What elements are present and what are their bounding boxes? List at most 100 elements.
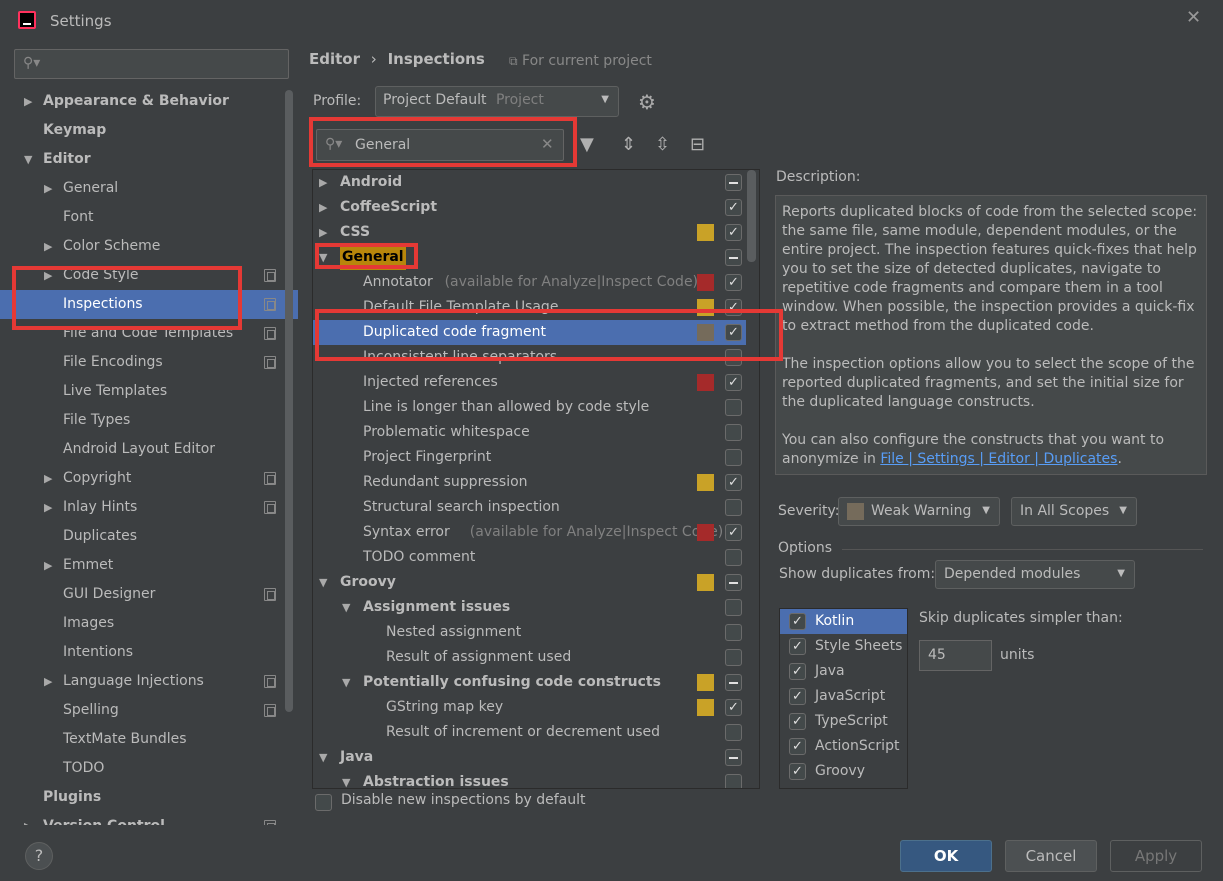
skip-duplicates-input[interactable]: 45 [919, 640, 992, 671]
language-checkbox[interactable] [789, 713, 806, 730]
sidebar-item-language-injections[interactable]: ▶ Language Injections [0, 667, 298, 696]
inspection-row-duplicated-code-fragment[interactable]: Duplicated code fragment [313, 320, 746, 345]
severity-dropdown[interactable]: Weak Warning ▼ [838, 497, 1000, 526]
collapsed-arrow-icon[interactable]: ▶ [44, 464, 52, 493]
inspection-checkbox[interactable] [725, 424, 742, 441]
inspection-row-java[interactable]: ▼ Java [313, 745, 746, 770]
sidebar-item-appearance-behavior[interactable]: ▶ Appearance & Behavior [0, 87, 298, 116]
inspection-row-potentially-confusing-code-constructs[interactable]: ▼ Potentially confusing code constructs [313, 670, 746, 695]
sidebar-item-plugins[interactable]: Plugins [0, 783, 298, 812]
inspection-checkbox[interactable] [725, 549, 742, 566]
language-item-actionscript[interactable]: ActionScript [780, 734, 907, 759]
inspection-checkbox[interactable] [725, 774, 742, 788]
settings-search-input[interactable]: ⚲▾ [14, 49, 289, 79]
language-checkbox[interactable] [789, 638, 806, 655]
expanded-arrow-icon[interactable]: ▼ [319, 745, 327, 770]
expand-all-icon[interactable]: ⇕ [621, 134, 636, 155]
sidebar-item-color-scheme[interactable]: ▶ Color Scheme [0, 232, 298, 261]
inspection-row-result-of-increment-or-decrement-used[interactable]: Result of increment or decrement used [313, 720, 746, 745]
inspection-checkbox[interactable] [725, 624, 742, 641]
cancel-button[interactable]: Cancel [1005, 840, 1097, 872]
collapsed-arrow-icon[interactable]: ▶ [44, 493, 52, 522]
inspection-row-injected-references[interactable]: Injected references [313, 370, 746, 395]
expanded-arrow-icon[interactable]: ▼ [319, 570, 327, 595]
expanded-arrow-icon[interactable]: ▼ [342, 670, 350, 695]
sidebar-item-copyright[interactable]: ▶ Copyright [0, 464, 298, 493]
inspection-row-android[interactable]: ▶ Android [313, 170, 746, 195]
inspection-checkbox[interactable] [725, 224, 742, 241]
language-checkbox[interactable] [789, 738, 806, 755]
ok-button[interactable]: OK [900, 840, 992, 872]
inspection-checkbox[interactable] [725, 324, 742, 341]
sidebar-item-emmet[interactable]: ▶ Emmet [0, 551, 298, 580]
inspection-row-structural-search-inspection[interactable]: Structural search inspection [313, 495, 746, 520]
clear-icon[interactable]: ✕ [541, 135, 554, 153]
inspection-row-line-is-longer-than-allowed-by-code-style[interactable]: Line is longer than allowed by code styl… [313, 395, 746, 420]
inspection-row-result-of-assignment-used[interactable]: Result of assignment used [313, 645, 746, 670]
collapsed-arrow-icon[interactable]: ▶ [24, 812, 32, 825]
inspection-checkbox[interactable] [725, 374, 742, 391]
inspection-row-assignment-issues[interactable]: ▼ Assignment issues [313, 595, 746, 620]
collapsed-arrow-icon[interactable]: ▶ [319, 195, 327, 220]
inspection-checkbox[interactable] [725, 674, 742, 691]
inspection-row-syntax-error[interactable]: Syntax error (available for Analyze|Inspe… [313, 520, 746, 545]
collapsed-arrow-icon[interactable]: ▶ [319, 220, 327, 245]
sidebar-item-file-encodings[interactable]: File Encodings [0, 348, 298, 377]
inspections-search-input[interactable]: ⚲▾ General ✕ [316, 129, 564, 161]
inspection-checkbox[interactable] [725, 299, 742, 316]
inspection-row-css[interactable]: ▶ CSS [313, 220, 746, 245]
inspection-checkbox[interactable] [725, 349, 742, 366]
expanded-arrow-icon[interactable]: ▼ [342, 595, 350, 620]
collapsed-arrow-icon[interactable]: ▶ [44, 232, 52, 261]
duplicates-settings-link[interactable]: File | Settings | Editor | Duplicates [880, 451, 1117, 467]
inspection-checkbox[interactable] [725, 399, 742, 416]
inspection-checkbox[interactable] [725, 174, 742, 191]
language-checkbox[interactable] [789, 613, 806, 630]
sidebar-item-inlay-hints[interactable]: ▶ Inlay Hints [0, 493, 298, 522]
inspection-checkbox[interactable] [725, 274, 742, 291]
inspection-row-annotator[interactable]: Annotator (available for Analyze|Inspect … [313, 270, 746, 295]
collapsed-arrow-icon[interactable]: ▶ [44, 174, 52, 203]
sidebar-item-general[interactable]: ▶ General [0, 174, 298, 203]
apply-button[interactable]: Apply [1110, 840, 1202, 872]
collapse-all-icon[interactable]: ⇳ [655, 134, 670, 155]
sidebar-item-code-style[interactable]: ▶ Code Style [0, 261, 298, 290]
inspection-checkbox[interactable] [725, 599, 742, 616]
language-item-typescript[interactable]: TypeScript [780, 709, 907, 734]
collapsed-arrow-icon[interactable]: ▶ [44, 551, 52, 580]
sidebar-item-textmate-bundles[interactable]: TextMate Bundles [0, 725, 298, 754]
sidebar-item-todo[interactable]: TODO [0, 754, 298, 783]
inspection-row-todo-comment[interactable]: TODO comment [313, 545, 746, 570]
inspection-checkbox[interactable] [725, 699, 742, 716]
reset-icon[interactable]: ⊟ [690, 134, 705, 155]
inspection-checkbox[interactable] [725, 499, 742, 516]
inspection-checkbox[interactable] [725, 724, 742, 741]
expanded-arrow-icon[interactable]: ▼ [342, 770, 350, 788]
sidebar-item-gui-designer[interactable]: GUI Designer [0, 580, 298, 609]
inspection-row-inconsistent-line-separators[interactable]: Inconsistent line separators [313, 345, 746, 370]
language-checkbox[interactable] [789, 663, 806, 680]
checkbox[interactable] [315, 794, 332, 811]
inspection-row-project-fingerprint[interactable]: Project Fingerprint [313, 445, 746, 470]
language-item-javascript[interactable]: JavaScript [780, 684, 907, 709]
collapsed-arrow-icon[interactable]: ▶ [44, 667, 52, 696]
sidebar-item-version-control[interactable]: ▶ Version Control [0, 812, 298, 825]
sidebar-item-spelling[interactable]: Spelling [0, 696, 298, 725]
inspection-checkbox[interactable] [725, 249, 742, 266]
inspection-checkbox[interactable] [725, 649, 742, 666]
filter-icon[interactable]: ▼ [580, 134, 594, 155]
sidebar-item-duplicates[interactable]: Duplicates [0, 522, 298, 551]
show-duplicates-dropdown[interactable]: Depended modules ▼ [935, 560, 1135, 589]
breadcrumb-editor[interactable]: Editor [309, 50, 360, 68]
inspection-row-redundant-suppression[interactable]: Redundant suppression [313, 470, 746, 495]
language-item-kotlin[interactable]: Kotlin [780, 609, 907, 634]
expanded-arrow-icon[interactable]: ▼ [319, 245, 327, 270]
inspection-checkbox[interactable] [725, 574, 742, 591]
inspection-row-problematic-whitespace[interactable]: Problematic whitespace [313, 420, 746, 445]
sidebar-item-android-layout-editor[interactable]: Android Layout Editor [0, 435, 298, 464]
help-button[interactable]: ? [25, 842, 53, 870]
inspection-row-general[interactable]: ▼ General [313, 245, 746, 270]
sidebar-item-file-types[interactable]: File Types [0, 406, 298, 435]
sidebar-item-font[interactable]: Font [0, 203, 298, 232]
inspection-row-default-file-template-usage[interactable]: Default File Template Usage [313, 295, 746, 320]
